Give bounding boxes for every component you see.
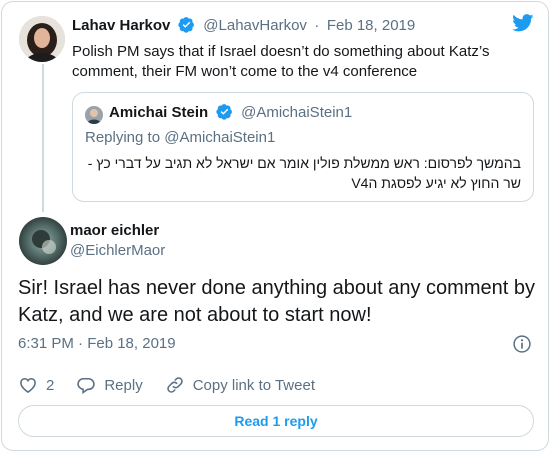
- link-icon: [166, 377, 183, 393]
- replying-prefix: Replying to: [85, 129, 165, 146]
- heart-icon: [20, 377, 36, 394]
- quoted-tweet[interactable]: Amichai Stein @AmichaiStein1 Replying to…: [72, 92, 534, 202]
- like-button[interactable]: 2: [18, 375, 54, 395]
- reply-label: Reply: [104, 376, 143, 394]
- parent-tweet-header: Lahav Harkov @LahavHarkov · Feb 18, 2019: [72, 16, 415, 35]
- avatar-portrait-icon: [19, 217, 67, 265]
- quoted-tweet-header: Amichai Stein @AmichaiStein1: [85, 103, 352, 122]
- tweet-actions: 2 Reply Copy link to Tweet: [18, 375, 337, 395]
- avatar-portrait-icon: [19, 16, 65, 62]
- main-tweet-text: Sir! Israel has never done anything abou…: [18, 277, 535, 326]
- quoted-text-line: שר החוץ לא יגיע לפסגת הV4: [351, 175, 521, 191]
- like-count: 2: [46, 376, 55, 394]
- quoted-tweet-text: בהמשך לפרסום: ראש ממשלת פולין אומר אם יש…: [81, 153, 521, 193]
- avatar[interactable]: [19, 217, 67, 265]
- quoted-author-name: Amichai Stein: [109, 104, 209, 121]
- quoted-text-line: בהמשך לפרסום: ראש ממשלת פולין אומר אם יש…: [87, 155, 521, 171]
- tweet-date[interactable]: Feb 18, 2019: [327, 17, 415, 34]
- parent-tweet-text: Polish PM says that if Israel doesn’t do…: [72, 43, 490, 80]
- avatar[interactable]: [19, 16, 65, 62]
- read-reply-button[interactable]: Read 1 reply: [18, 405, 534, 437]
- copy-link-label: Copy link to Tweet: [192, 376, 315, 394]
- tweet-card: Lahav Harkov @LahavHarkov · Feb 18, 2019…: [1, 1, 549, 451]
- replying-to: Replying to @AmichaiStein1: [85, 129, 275, 146]
- reply-button[interactable]: Reply: [76, 375, 143, 395]
- copy-link-button[interactable]: Copy link to Tweet: [165, 375, 315, 395]
- author-name[interactable]: maor eichler: [70, 222, 165, 239]
- twitter-logo-icon[interactable]: [512, 14, 534, 32]
- info-icon[interactable]: [512, 334, 532, 354]
- quoted-author-handle: @AmichaiStein1: [241, 104, 353, 121]
- verified-badge-icon: [178, 17, 194, 33]
- author-name[interactable]: Lahav Harkov: [72, 17, 170, 34]
- replying-handle: @AmichaiStein1: [164, 129, 276, 146]
- verified-badge-icon: [216, 104, 232, 120]
- separator: ·: [314, 17, 320, 34]
- tweet-timestamp[interactable]: 6:31 PM · Feb 18, 2019: [18, 335, 176, 352]
- author-handle[interactable]: @EichlerMaor: [70, 242, 165, 259]
- reply-icon: [77, 377, 96, 395]
- thread-line: [42, 64, 44, 212]
- author-handle[interactable]: @LahavHarkov: [203, 17, 307, 34]
- main-tweet-header: maor eichler @EichlerMaor: [70, 222, 165, 259]
